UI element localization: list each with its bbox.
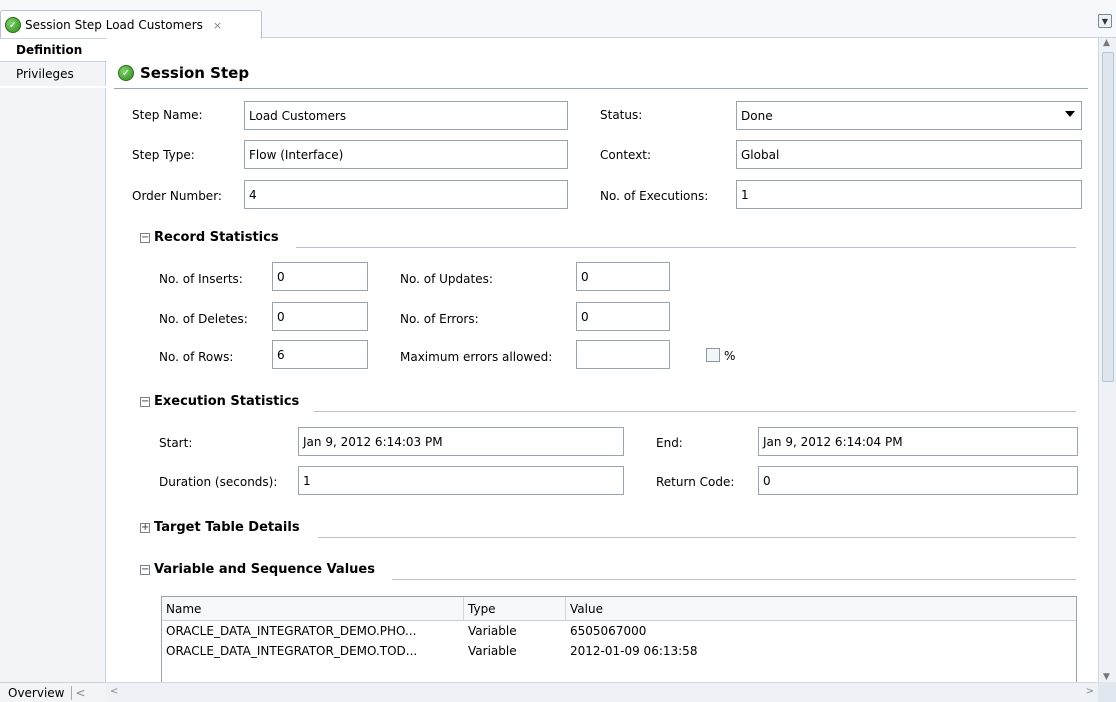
table-row[interactable]: ORACLE_DATA_INTEGRATOR_DEMO.PHO... Varia… [162,621,1076,641]
cell-type: Variable [468,644,517,658]
variables-title: Variable and Sequence Values [154,562,375,577]
return-code-label: Return Code: [656,475,735,489]
overview-label: Overview [8,685,65,700]
record-statistics-header[interactable]: − Record Statistics [140,230,279,245]
target-table-header[interactable]: + Target Table Details [140,520,300,535]
target-table-title: Target Table Details [154,520,300,535]
collapse-icon[interactable]: − [140,564,150,575]
context-field[interactable]: Global [736,140,1082,169]
page-title-text: Session Step [140,64,250,82]
execution-statistics-header[interactable]: − Execution Statistics [140,394,299,409]
tab-menu-dropdown-icon[interactable]: ▼ [1098,14,1112,28]
step-name-field[interactable]: Load Customers [244,101,568,130]
step-name-label: Step Name: [132,108,203,122]
tab-label: Session Step Load Customers [25,18,203,32]
status-ok-icon: ✓ [118,65,134,81]
title-divider [114,88,1088,89]
percent-label: % [724,349,736,363]
cell-type: Variable [468,624,517,638]
order-number-field[interactable]: 4 [244,180,568,209]
vertical-scroll-thumb[interactable] [1102,52,1114,382]
overview-tab[interactable]: Overview < [0,682,106,702]
scroll-down-icon[interactable]: ▼ [1103,672,1110,682]
page-title: ✓ Session Step [118,64,249,82]
chevron-down-icon [1065,111,1075,117]
errors-field[interactable]: 0 [576,302,670,331]
context-label: Context: [600,148,652,162]
max-errors-label: Maximum errors allowed: [400,350,553,364]
variables-header[interactable]: − Variable and Sequence Values [140,562,375,577]
executions-field[interactable]: 1 [736,180,1082,209]
expand-icon[interactable]: + [140,522,150,533]
editor-tab-strip: ✓ Session Step Load Customers × ▼ [0,0,1116,39]
inserts-field[interactable]: 0 [272,262,368,291]
deletes-label: No. of Deletes: [159,312,248,326]
scroll-right-icon[interactable]: > [1086,686,1094,697]
duration-field[interactable]: 1 [298,466,624,495]
nav-item-definition[interactable]: Definition [0,38,107,62]
percent-checkbox[interactable] [706,348,720,362]
left-navigation: Definition Privileges [0,38,107,682]
collapse-icon[interactable]: − [140,232,150,243]
status-select[interactable]: Done [736,101,1082,130]
vertical-scrollbar[interactable]: ▲ ▼ [1098,38,1116,682]
table-header: Name Type Value [162,597,1076,621]
inserts-label: No. of Inserts: [159,272,243,286]
main-panel: ✓ Session Step Step Name: Load Customers… [106,44,1098,682]
nav-item-privileges[interactable]: Privileges [0,62,106,86]
step-type-label: Step Type: [132,148,195,162]
executions-label: No. of Executions: [600,189,709,203]
step-type-field[interactable]: Flow (Interface) [244,140,568,169]
order-number-label: Order Number: [132,189,222,203]
cell-value: 6505067000 [570,624,647,638]
variables-divider [392,579,1076,580]
column-header-name[interactable]: Name [162,597,464,620]
variables-table: Name Type Value ORACLE_DATA_INTEGRATOR_D… [161,596,1077,682]
errors-label: No. of Errors: [400,312,479,326]
table-row[interactable]: ORACLE_DATA_INTEGRATOR_DEMO.TOD... Varia… [162,641,1076,661]
tab-session-step[interactable]: ✓ Session Step Load Customers × [0,10,262,39]
column-header-value[interactable]: Value [566,597,1076,620]
record-statistics-divider [296,247,1076,248]
end-field[interactable]: Jan 9, 2012 6:14:04 PM [758,427,1078,456]
close-icon[interactable]: × [213,19,222,32]
scroll-up-icon[interactable]: ▲ [1103,38,1110,48]
scroll-left-icon[interactable]: < [110,686,118,697]
status-ok-icon: ✓ [5,17,21,33]
cell-value: 2012-01-09 06:13:58 [570,644,698,658]
max-errors-field[interactable] [576,340,670,369]
rows-label: No. of Rows: [159,350,234,364]
status-value: Done [741,108,773,123]
return-code-field[interactable]: 0 [758,466,1078,495]
collapse-icon[interactable]: − [140,396,150,407]
end-label: End: [656,436,683,450]
updates-field[interactable]: 0 [576,262,670,291]
execution-statistics-title: Execution Statistics [154,394,300,409]
scroll-left-icon[interactable]: < [70,685,86,700]
scrollbar-corner [1098,682,1116,702]
horizontal-scrollbar[interactable]: < > [106,682,1098,702]
cell-name: ORACLE_DATA_INTEGRATOR_DEMO.PHO... [166,624,417,638]
rows-field[interactable]: 6 [272,340,368,369]
status-label: Status: [600,108,643,122]
record-statistics-title: Record Statistics [154,230,279,245]
target-table-divider [318,537,1076,538]
cell-name: ORACLE_DATA_INTEGRATOR_DEMO.TOD... [166,644,418,658]
duration-label: Duration (seconds): [159,475,278,489]
start-label: Start: [159,436,193,450]
updates-label: No. of Updates: [400,272,493,286]
start-field[interactable]: Jan 9, 2012 6:14:03 PM [298,427,624,456]
deletes-field[interactable]: 0 [272,302,368,331]
column-header-type[interactable]: Type [464,597,566,620]
execution-statistics-divider [314,411,1076,412]
